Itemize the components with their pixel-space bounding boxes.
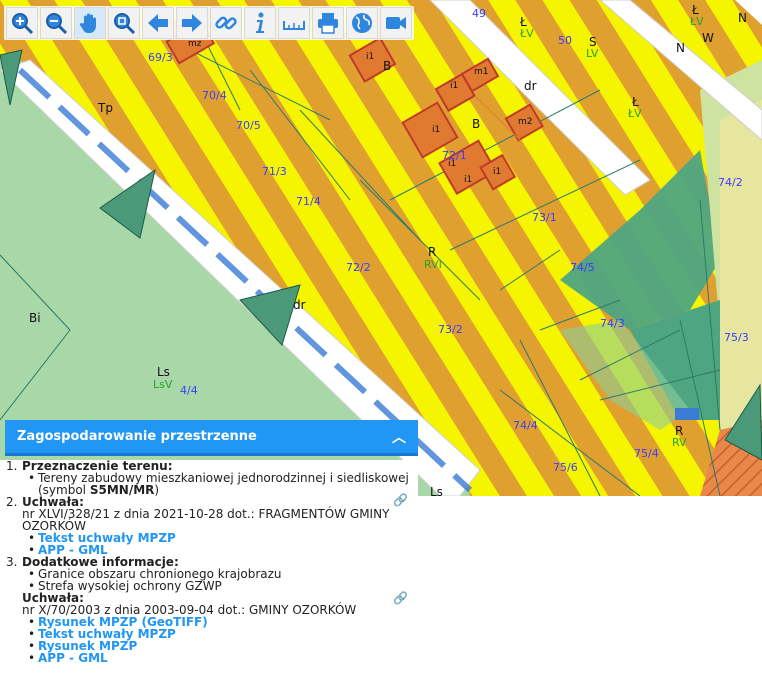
zone-subcode-label: RV	[672, 436, 687, 449]
zoom-in-button[interactable]	[6, 7, 38, 39]
zone-subcode-label: RVI	[424, 258, 442, 271]
parcel-label: 70/5	[236, 119, 261, 132]
link-icon	[215, 16, 237, 30]
purpose-symbol: S5MN/MR	[89, 483, 155, 497]
section-number: 2.	[6, 495, 18, 509]
zone-code-label: B	[472, 117, 481, 131]
building-tag: i1	[450, 81, 459, 91]
purpose-item: Tereny zabudowy mieszkaniowej jednorodzi…	[22, 472, 418, 496]
back-button[interactable]	[142, 7, 174, 39]
print-button[interactable]	[312, 7, 344, 39]
parcel-label: 74/2	[718, 176, 743, 189]
arrow-forward-icon	[182, 14, 202, 32]
zone-code-label: Tp	[98, 101, 113, 115]
parcel-label: 75/6	[553, 461, 578, 474]
parcel-label: 71/3	[262, 165, 287, 178]
zone-code-label: Bi	[29, 311, 41, 325]
parcel-label: 4/4	[180, 384, 198, 397]
zoom-area-button[interactable]	[108, 7, 140, 39]
zone-subcode-label: LsV	[153, 378, 173, 391]
building-tag: i1	[493, 167, 502, 177]
measure-button[interactable]	[278, 7, 310, 39]
zone-subcode-label: ŁV	[520, 27, 534, 40]
globe-button[interactable]	[346, 7, 378, 39]
pan-button[interactable]	[74, 7, 106, 39]
zone-code-label: Ls	[430, 485, 443, 496]
chain-link-icon[interactable]: 🔗	[393, 494, 408, 506]
building-tag: mz	[188, 39, 202, 49]
zoom-rect-icon	[114, 13, 136, 35]
zoom-out-icon	[46, 13, 68, 35]
resolution-text: nr XLVI/328/21 z dnia 2021-10-28 dot.: F…	[22, 507, 390, 533]
zone-subcode-label: LV	[586, 47, 599, 60]
video-icon	[386, 17, 406, 29]
measure-icon	[283, 21, 305, 30]
link-button[interactable]	[210, 7, 242, 39]
sub-resolution: Uchwała: 🔗 nr X/70/2003 z dnia 2003-09-0…	[0, 592, 418, 616]
parcel-label: 50	[558, 34, 572, 47]
parcel-label: 72/2	[346, 261, 371, 274]
parcel-label: 74/5	[570, 261, 595, 274]
parcel-label: 75/4	[634, 447, 659, 460]
arrow-back-icon	[148, 14, 168, 32]
forward-button[interactable]	[176, 7, 208, 39]
parcel-label: 73/2	[438, 323, 463, 336]
section-number: 1.	[6, 459, 18, 473]
chevron-up-icon[interactable]: ︿	[392, 427, 406, 447]
building-tag: i1	[366, 52, 375, 62]
zoom-out-button[interactable]	[40, 7, 72, 39]
building-tag: i1	[432, 125, 441, 135]
parcel-label: 71/4	[296, 195, 321, 208]
print-icon	[318, 13, 338, 34]
chain-link-icon[interactable]: 🔗	[393, 592, 408, 604]
zone-subcode-label: ŁV	[628, 107, 642, 120]
pan-hand-icon	[79, 13, 96, 33]
panel-body: 1. Przeznaczenie terenu: Tereny zabudowy…	[0, 460, 418, 664]
building-tag: i1	[448, 159, 457, 169]
building-tag: i1	[464, 175, 473, 185]
zone-code-label: dr	[293, 298, 306, 312]
parcel-label: 74/3	[600, 317, 625, 330]
info-icon	[256, 12, 264, 33]
parcel-label: 75/3	[724, 331, 749, 344]
zone-code-label: Ls	[157, 365, 170, 379]
zone-code-label: N	[676, 41, 685, 55]
parcel-label: 70/4	[202, 89, 227, 102]
parcel-label: 49	[472, 7, 486, 20]
parcel-label: 74/4	[513, 419, 538, 432]
parcel-label: 73/1	[532, 211, 557, 224]
video-button[interactable]	[380, 7, 412, 39]
zone-code-label: W	[702, 31, 714, 45]
zone-subcode-label: ŁV	[690, 15, 704, 28]
gml-link[interactable]: APP - GML	[38, 651, 108, 665]
section-resolution: 2. Uchwała: 🔗 nr XLVI/328/21 z dnia 2021…	[0, 494, 418, 533]
parcel-label: 69/3	[148, 51, 173, 64]
building-tag: m1	[474, 67, 489, 77]
globe-icon	[352, 13, 372, 33]
map-toolbar	[4, 6, 414, 40]
panel-title: Zagospodarowanie przestrzenne	[17, 429, 257, 444]
zone-code-label: R	[428, 245, 437, 259]
info-panel: Zagospodarowanie przestrzenne ︿ 1. Przez…	[0, 420, 418, 664]
zoom-in-icon	[12, 13, 34, 35]
panel-header[interactable]: Zagospodarowanie przestrzenne ︿	[5, 420, 418, 456]
section-number: 3.	[6, 555, 18, 569]
info-button[interactable]	[244, 7, 276, 39]
building-tag: m2	[518, 117, 533, 127]
zone-code-label: dr	[524, 79, 537, 93]
purpose-close: )	[154, 483, 160, 497]
link-item: APP - GML	[22, 652, 418, 664]
zone-code-label: B	[383, 59, 392, 73]
zone-code-label: N	[738, 11, 747, 25]
